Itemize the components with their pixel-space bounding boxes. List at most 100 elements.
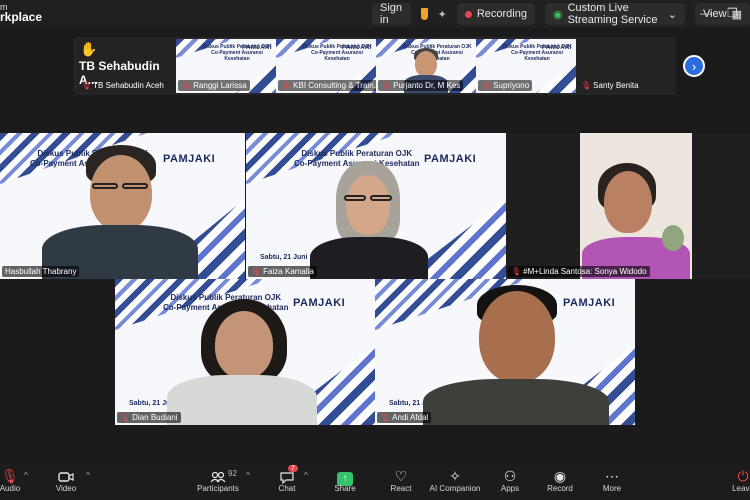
recording-label: Recording	[476, 8, 527, 20]
sparkle-icon: ✧	[449, 468, 461, 484]
tile-name-tag: 🎙 Santy Benita	[578, 80, 642, 91]
slide-logo: PAMJAKI	[242, 45, 273, 51]
audio-options-caret[interactable]: ^	[24, 471, 28, 480]
participant-name: Dian Budiani	[132, 413, 178, 422]
live-streaming-button[interactable]: ◉ Custom Live Streaming Service ⌄	[544, 2, 685, 26]
filmstrip-tile[interactable]: Diskus Publik Peraturan OJKCo-Payment As…	[176, 39, 276, 93]
leave-button[interactable]: ⏻ Leave	[728, 468, 750, 493]
video-options-caret[interactable]: ^	[86, 471, 90, 480]
participant-name: Ranggi Larissa	[193, 81, 247, 90]
tile-name-tag: 🎙 Supriyono	[478, 80, 533, 91]
live-stream-icon: ◉	[552, 8, 563, 21]
mic-off-icon: 🎙	[380, 413, 391, 422]
heart-icon: ♡	[394, 468, 408, 484]
ai-companion-button[interactable]: ✧ AI Companion	[428, 468, 482, 493]
tile-name-tag: 🎙 Dian Budiani	[117, 412, 181, 423]
raised-hand-icon: ✋	[80, 41, 98, 57]
react-button[interactable]: ♡ React	[386, 468, 416, 493]
live-streaming-label: Custom Live Streaming Service	[567, 2, 658, 26]
participant-name: #M+Linda Santosa: Sonya Widodo	[523, 267, 647, 276]
app-brand: m rkplace	[0, 2, 43, 24]
tile-name-tag: 🎙 Purjanto Dr, M Kes	[378, 80, 464, 91]
video-tile[interactable]: PAMJAKI Sabtu, 21 Juni 🎙 Andi Afdal	[375, 279, 635, 425]
recording-dot-icon	[464, 10, 472, 18]
slide-logo: PAMJAKI	[342, 45, 373, 51]
mic-off-icon: 🎙	[181, 81, 192, 90]
record-icon: ◉	[553, 468, 567, 484]
title-bar: m rkplace Sign in ✦ Recording ◉ Custom L…	[0, 0, 750, 28]
filmstrip-tile[interactable]: Diskus Publik Peraturan OJKCo-Payment As…	[476, 39, 576, 93]
restore-icon[interactable]: ❐	[727, 6, 738, 20]
video-label: Video	[55, 484, 77, 493]
mic-off-icon: 🎙	[120, 413, 131, 422]
participant-name: Andi Afdal	[392, 413, 429, 422]
video-tile[interactable]: 🎙 #M+Linda Santosa: Sonya Widodo	[506, 133, 750, 279]
filmstrip-tile[interactable]: Diskus Publik Peraturan OJKCo-Payment As…	[376, 39, 476, 93]
video-tile[interactable]: Diskus Publik Peraturan OJKCo-Payment As…	[115, 279, 375, 425]
minimize-icon[interactable]: —	[700, 6, 712, 20]
slide-date: Sabtu, 21 Juni	[260, 254, 308, 261]
tile-name-tag: 🎙 #M+Linda Santosa: Sonya Widodo	[508, 266, 650, 277]
mic-off-icon: 🎙	[281, 81, 292, 90]
shield-icon[interactable]	[420, 8, 428, 20]
tile-name-tag: 🎙 Ranggi Larissa	[178, 80, 250, 91]
slide-logo: PAMJAKI	[163, 153, 216, 165]
sign-in-label: Sign in	[380, 2, 403, 26]
video-button[interactable]: Video	[50, 468, 82, 493]
brand-line-2: rkplace	[0, 10, 43, 24]
more-label: More	[602, 484, 622, 493]
filmstrip: ✋ TB Sehabudin A... 🎙 TB Sehabudin Aceh …	[74, 37, 676, 95]
participants-count: 92	[228, 469, 237, 478]
more-dots-icon: ⋯	[605, 468, 619, 484]
ai-companion-label: AI Companion	[429, 484, 481, 493]
tile-name-tag: 🎙 Faiza Kamalia	[248, 266, 317, 277]
apps-button[interactable]: ⚇ Apps	[496, 468, 524, 493]
next-page-button[interactable]: ›	[683, 55, 705, 77]
slide-logo: PAMJAKI	[542, 45, 573, 51]
tile-name-tag: 🎙 KBI Consulting & Train...	[278, 80, 376, 91]
participant-video	[580, 133, 692, 279]
chevron-down-icon: ⌄	[667, 8, 677, 21]
slide-logo: PAMJAKI	[293, 297, 346, 309]
participants-options-caret[interactable]: ^	[246, 471, 250, 480]
sparkle-icon[interactable]: ✦	[438, 8, 447, 21]
mic-off-icon: 🎙	[511, 267, 522, 276]
recording-indicator[interactable]: Recording	[456, 3, 535, 25]
participant-name: Supriyono	[493, 81, 530, 90]
share-button[interactable]: ↑ Share	[330, 468, 360, 493]
meeting-toolbar: 🎙 Audio ^ Video ^ Participants 92 ^ Chat…	[0, 463, 750, 500]
chat-options-caret[interactable]: ^	[304, 471, 308, 480]
react-label: React	[390, 484, 412, 493]
share-screen-icon: ↑	[330, 468, 360, 486]
filmstrip-tile[interactable]: Diskus Publik Peraturan OJKCo-Payment As…	[276, 39, 376, 93]
mic-off-icon: 🎙	[251, 267, 262, 276]
video-tile[interactable]: Diskus Publik Peraturan OJKCo-Payment As…	[0, 133, 245, 279]
mic-off-icon: 🎙	[581, 81, 592, 90]
leave-label: Leave	[732, 484, 750, 493]
tile-name-tag: 🎙 Andi Afdal	[377, 412, 432, 423]
mic-off-icon: 🎙	[81, 81, 92, 90]
tile-name-tag: Hasbullah Thabrany	[2, 266, 80, 277]
record-label: Record	[547, 484, 573, 493]
more-button[interactable]: ⋯ More	[598, 468, 626, 493]
leave-icon: ⏻	[737, 468, 749, 484]
chat-label: Chat	[278, 484, 296, 493]
participant-name: Hasbullah Thabrany	[5, 267, 77, 276]
audio-button[interactable]: 🎙 Audio	[0, 468, 24, 493]
filmstrip-tile[interactable]: ✋ TB Sehabudin A... 🎙 TB Sehabudin Aceh	[76, 39, 176, 93]
video-camera-icon	[50, 468, 82, 484]
sign-in-button[interactable]: Sign in	[372, 2, 411, 26]
participant-name: TB Sehabudin Aceh	[93, 81, 164, 90]
slide-logo: PAMJAKI	[424, 153, 477, 165]
participants-label: Participants	[197, 484, 239, 493]
video-tile-active-speaker[interactable]: Diskus Publik Peraturan OJKCo-Payment As…	[246, 133, 506, 279]
mic-off-icon: 🎙	[381, 81, 392, 90]
chevron-right-icon: ›	[691, 58, 697, 74]
apps-label: Apps	[500, 484, 520, 493]
mic-off-icon: 🎙	[481, 81, 492, 90]
filmstrip-tile[interactable]: 🎙 Santy Benita	[576, 39, 676, 93]
participant-name: Purjanto Dr, M Kes	[393, 81, 461, 90]
record-button[interactable]: ◉ Record	[544, 468, 576, 493]
audio-label: Audio	[0, 484, 21, 493]
chat-button[interactable]: Chat	[274, 468, 300, 493]
